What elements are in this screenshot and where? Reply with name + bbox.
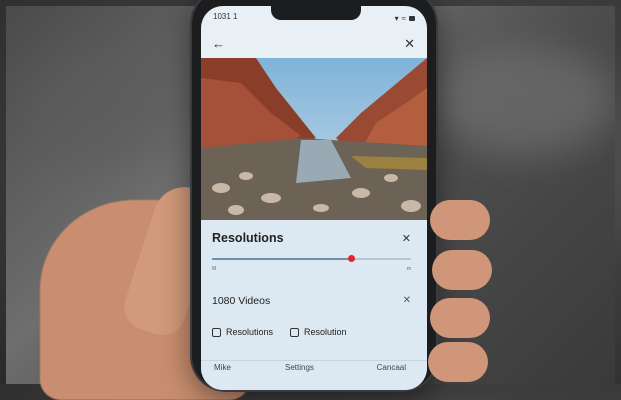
- option-resolutions[interactable]: Resolutions: [212, 327, 273, 337]
- status-time: 1031 1: [213, 12, 238, 21]
- checkbox-icon: [212, 327, 221, 337]
- option-label: Resolutions: [226, 327, 274, 337]
- sheet-title: Resolutions: [212, 231, 284, 245]
- footer-mike-button[interactable]: Mike: [214, 363, 231, 372]
- slider-thumb[interactable]: [348, 255, 356, 262]
- top-bar: ← ✕: [201, 32, 427, 58]
- wifi-icon: ≈: [401, 13, 406, 23]
- resolution-value: 1080 Videos: [212, 295, 271, 307]
- checkbox-icon: [290, 327, 299, 337]
- options-row: Resolutions Resolution: [212, 327, 411, 341]
- resolution-clear-icon[interactable]: ✕: [403, 295, 411, 306]
- canyon-photo: [201, 58, 427, 220]
- back-arrow-icon[interactable]: ←: [212, 36, 225, 51]
- notch: [271, 6, 361, 20]
- option-label: Resolution: [304, 327, 347, 337]
- slider-fill: [212, 258, 352, 260]
- close-icon[interactable]: ✕: [404, 36, 415, 52]
- battery-icon: [409, 15, 415, 21]
- resolution-row[interactable]: 1080 Videos ✕: [212, 295, 411, 311]
- status-icons: ▾ ≈: [395, 12, 415, 24]
- option-resolution[interactable]: Resolution: [290, 327, 347, 337]
- hand-finger: [432, 250, 492, 290]
- sheet-close-icon[interactable]: ✕: [402, 232, 411, 245]
- blurred-fabric: [26, 46, 176, 166]
- signal-icon: ▾: [394, 13, 399, 23]
- phone: 1031 1 ▾ ≈ ← ✕ Resolutions ✕ M m 1080 Vi…: [192, 0, 436, 390]
- footer-settings-button[interactable]: Settings: [285, 363, 314, 372]
- phone-screen: 1031 1 ▾ ≈ ← ✕ Resolutions ✕ M m 1080 Vi…: [201, 6, 427, 390]
- slider-max-label: m: [406, 266, 411, 272]
- resolutions-sheet: Resolutions ✕ M m 1080 Videos ✕ Resoluti…: [201, 220, 427, 390]
- slider-min-label: M: [212, 266, 217, 272]
- hand-finger: [430, 200, 490, 240]
- hand-finger: [430, 298, 490, 338]
- blurred-fabric: [436, 46, 615, 156]
- resolution-slider[interactable]: [212, 255, 411, 262]
- footer-cancel-button[interactable]: Cancaal: [377, 363, 406, 372]
- hand-finger: [428, 342, 488, 382]
- sheet-footer: Mike Settings Cancaal: [201, 360, 427, 383]
